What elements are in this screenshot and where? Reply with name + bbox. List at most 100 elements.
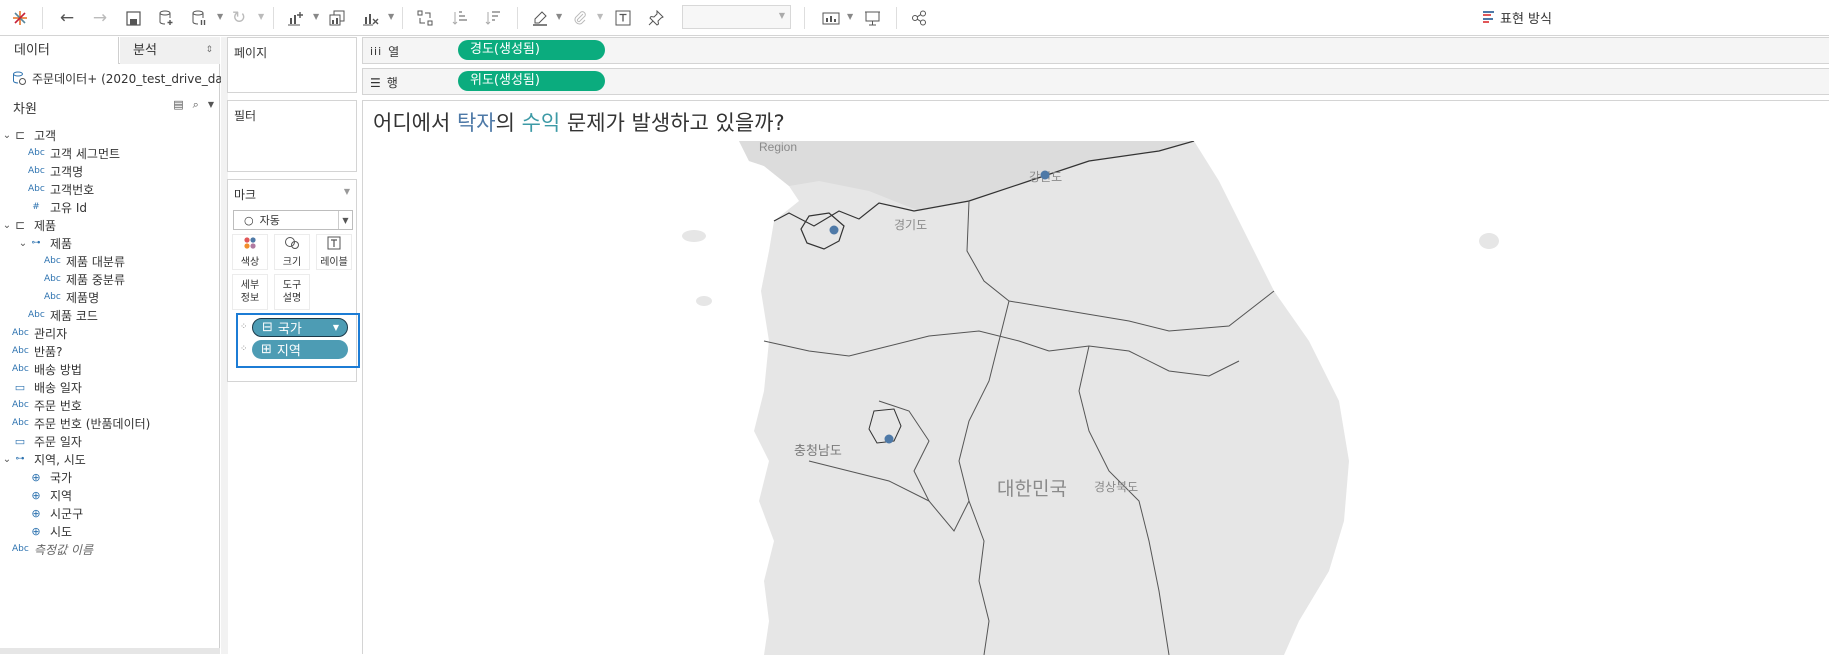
expand-chevron-icon[interactable]: ⌄ [2,130,12,141]
tooltip-label: 도구 설명 [282,280,302,304]
show-me-button[interactable]: 표현 방식 [1483,5,1552,29]
field-label: 고객 세그먼트 [50,146,121,161]
field-item[interactable]: ⌄ ⊏ 제품 [0,216,220,234]
string-type-icon: Abc [28,166,45,176]
field-item[interactable]: Abc 고객명 [0,162,220,180]
tooltip-button[interactable]: 도구 설명 [274,274,310,310]
field-item[interactable]: ▭ 주문 일자 [0,432,220,450]
clear-sheet-icon[interactable] [360,6,380,30]
text-icon[interactable] [613,6,633,30]
field-item[interactable]: ⊕ 시도 [0,522,220,540]
field-item[interactable]: ⌄ ⊏ 고객 [0,126,220,144]
new-worksheet-icon[interactable] [285,6,305,30]
field-label: 고객 [34,128,57,143]
map[interactable]: Region 강원도 경기도 충청남도 대한민국 경상북도 [369,141,1829,655]
filters-card[interactable]: 필터 [227,100,357,172]
viz-title-part: 어디에서 [373,111,457,135]
tab-analytics[interactable]: 분석 ⇕ [120,37,220,64]
size-icon [284,236,300,253]
tab-data[interactable]: 데이터 [0,37,119,64]
field-label: 주문 번호 [34,398,82,413]
field-item[interactable]: Abc 제품 중분류 [0,270,220,288]
field-item[interactable]: # 고유 Id [0,198,220,216]
presentation-icon[interactable] [862,6,882,30]
pill-country[interactable]: ⊟ 국가 ▼ [252,318,348,337]
highlight-icon[interactable] [530,6,550,30]
field-label: 고유 Id [50,200,88,215]
field-item[interactable]: ⌄ ⊶ 지역, 시도 [0,450,220,468]
field-label: 제품 대분류 [66,254,126,269]
string-type-icon: Abc [12,400,29,410]
menu-caret-icon[interactable]: ▼ [208,98,214,112]
pill-longitude[interactable]: 경도(생성됨) [458,40,605,60]
pill-country-label: 국가 [277,322,302,337]
field-label: 지역, 시도 [34,452,86,467]
field-item[interactable]: ▭ 배송 일자 [0,378,220,396]
field-label: 제품 [34,218,57,233]
swap-icon[interactable] [415,6,435,30]
pages-card-title: 페이지 [234,46,268,60]
field-item[interactable]: Abc 반품? [0,342,220,360]
show-cards-icon[interactable] [821,6,841,30]
data-pane: 데이터 분석 ⇕ 주문데이터+ (2020_test_drive_data) 차… [0,37,239,654]
size-label: 크기 [282,257,302,268]
redo-icon[interactable]: → [90,6,110,30]
search-icon[interactable]: ⌕ [193,98,199,112]
detail-button[interactable]: 세부 정보 [232,274,268,310]
share-icon[interactable] [909,6,929,30]
pin-icon[interactable] [646,6,666,30]
horizontal-scrollbar[interactable] [0,648,220,654]
field-label: 국가 [50,470,73,485]
field-label: 제품명 [66,290,100,305]
field-item[interactable]: Abc 제품 코드 [0,306,220,324]
marks-menu-icon[interactable]: ▼ [344,187,350,196]
fit-select[interactable]: ▼ [682,5,791,29]
field-item[interactable]: ⊕ 국가 [0,468,220,486]
field-item[interactable]: Abc 관리자 [0,324,220,342]
field-item[interactable]: Abc 주문 번호 [0,396,220,414]
expand-chevron-icon[interactable]: ⌄ [18,238,28,249]
field-item[interactable]: ⊕ 시군구 [0,504,220,522]
pill-region[interactable]: ⊞ 지역 [252,340,348,359]
field-item[interactable]: Abc 측정값 이름 [0,540,220,558]
field-item[interactable]: Abc 고객번호 [0,180,220,198]
sort-ascending-icon[interactable] [450,6,470,30]
data-source[interactable]: 주문데이터+ (2020_test_drive_data) [12,69,239,87]
undo-icon[interactable]: ← [57,6,77,30]
view-toggle-icon[interactable]: ▤ [173,98,183,112]
color-icon [243,236,257,253]
size-button[interactable]: 크기 [274,234,310,270]
sort-descending-icon[interactable] [483,6,503,30]
duplicate-sheet-icon[interactable] [327,6,347,30]
mark-type-select[interactable]: ○ 자동 ▼ [233,210,353,230]
map-label-gyeonggi: 경기도 [894,218,927,232]
field-item[interactable]: Abc 제품 대분류 [0,252,220,270]
refresh-icon[interactable]: ↻ [229,6,249,30]
pages-card[interactable]: 페이지 [227,37,357,93]
field-item[interactable]: Abc 제품명 [0,288,220,306]
pause-updates-icon[interactable] [189,6,209,30]
string-type-icon: Abc [28,148,45,158]
label-button[interactable]: 레이블 [316,234,352,270]
pill-menu-caret-icon[interactable]: ▼ [333,323,339,332]
field-item[interactable]: ⊕ 지역 [0,486,220,504]
field-item[interactable]: ⌄ ⊶ 제품 [0,234,220,252]
expand-chevron-icon[interactable]: ⌄ [2,220,12,231]
pill-latitude[interactable]: 위도(생성됨) [458,71,605,91]
folder-icon: ⊏ [14,218,26,232]
field-item[interactable]: Abc 주문 번호 (반품데이터) [0,414,220,432]
attach-icon[interactable] [570,6,590,30]
map-label-gyeongbuk: 경상북도 [1094,480,1138,494]
string-type-icon: Abc [44,274,61,284]
date-type-icon: ▭ [14,434,26,448]
geo-type-icon: ⊕ [31,524,41,538]
field-item[interactable]: Abc 배송 방법 [0,360,220,378]
expand-chevron-icon[interactable]: ⌄ [2,454,12,465]
tableau-logo-icon[interactable] [10,6,30,30]
color-button[interactable]: 색상 [232,234,268,270]
save-icon[interactable] [123,6,143,30]
new-data-source-icon[interactable] [156,6,176,30]
field-item[interactable]: Abc 고객 세그먼트 [0,144,220,162]
columns-icon: iii [370,45,383,58]
data-source-icon [13,71,26,85]
